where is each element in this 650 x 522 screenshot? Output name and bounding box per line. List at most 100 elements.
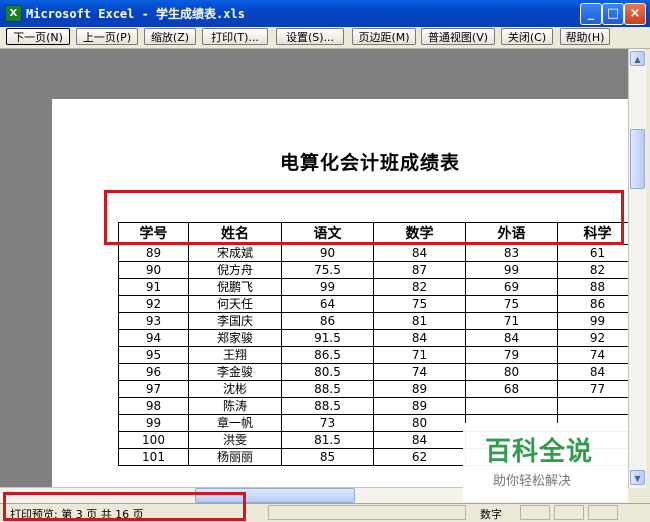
scroll-down-icon[interactable]: ▼: [630, 470, 645, 485]
normal-view-button[interactable]: 普通视图(V): [421, 28, 495, 45]
table-row: 90 倪方舟 75.5 87 99 82: [118, 261, 638, 279]
table-cell: 86: [557, 295, 638, 313]
table-row: 97 沈彬 88.5 89 68 77: [118, 380, 638, 398]
table-cell: 71: [373, 346, 466, 364]
table-cell: 84: [557, 363, 638, 381]
table-cell: 洪雯: [188, 431, 282, 449]
help-button[interactable]: 帮助(H): [560, 28, 610, 45]
table-cell: 83: [465, 244, 558, 262]
status-panel: [554, 505, 584, 520]
table-cell: 88.5: [281, 397, 374, 415]
table-cell: 90: [118, 261, 189, 279]
table-cell: 99: [465, 261, 558, 279]
print-button[interactable]: 打印(T)...: [202, 28, 268, 45]
table-cell: 李国庆: [188, 312, 282, 330]
window-title: Microsoft Excel - 学生成绩表.xls: [26, 7, 245, 21]
table-cell: [557, 397, 638, 415]
table-cell: 94: [118, 329, 189, 347]
table-cell: 98: [118, 397, 189, 415]
table-cell: 87: [373, 261, 466, 279]
table-cell: 99: [557, 312, 638, 330]
table-cell: 79: [465, 346, 558, 364]
table-cell: 81: [373, 312, 466, 330]
table-row: 95 王翔 86.5 71 79 74: [118, 346, 638, 364]
table-row: 93 李国庆 86 81 71 99: [118, 312, 638, 330]
close-window-button[interactable]: ×: [624, 3, 646, 25]
table-cell: 96: [118, 363, 189, 381]
table-cell: 84: [373, 329, 466, 347]
next-page-button[interactable]: 下一页(N): [6, 28, 70, 45]
margins-button[interactable]: 页边距(M): [352, 28, 416, 45]
maximize-button[interactable]: □: [602, 3, 624, 25]
table-cell: 80: [465, 363, 558, 381]
table-cell: 89: [118, 244, 189, 262]
table-cell: 85: [281, 448, 374, 466]
minimize-button[interactable]: _: [580, 3, 602, 25]
table-cell: 章一帆: [188, 414, 282, 432]
table-cell: 100: [118, 431, 189, 449]
table-cell: 95: [118, 346, 189, 364]
table-cell: 71: [465, 312, 558, 330]
table-cell: [465, 397, 558, 415]
print-preview-toolbar: 下一页(N) 上一页(P) 缩放(Z) 打印(T)... 设置(S)... 页边…: [0, 27, 650, 49]
status-panel: [268, 505, 466, 520]
num-mode-indicator: 数字: [480, 508, 502, 521]
table-cell: 99: [281, 278, 374, 296]
table-cell: 82: [373, 278, 466, 296]
watermark-slogan: 助你轻松解决: [493, 474, 572, 489]
close-preview-button[interactable]: 关闭(C): [501, 28, 553, 45]
table-cell: 69: [465, 278, 558, 296]
table-cell: 73: [281, 414, 374, 432]
table-cell: 62: [373, 448, 466, 466]
watermark: 百科全说 助你轻松解决: [463, 423, 628, 501]
title-highlight-box: [104, 190, 624, 245]
table-row: 89 宋成斌 90 84 83 61: [118, 244, 638, 262]
scroll-up-icon[interactable]: ▲: [630, 51, 645, 66]
table-cell: 杨丽丽: [188, 448, 282, 466]
table-cell: 沈彬: [188, 380, 282, 398]
previous-page-button[interactable]: 上一页(P): [76, 28, 138, 45]
table-cell: 92: [118, 295, 189, 313]
table-cell: 84: [373, 244, 466, 262]
table-cell: 74: [557, 346, 638, 364]
table-cell: 92: [557, 329, 638, 347]
table-cell: 89: [373, 380, 466, 398]
table-cell: 89: [373, 397, 466, 415]
table-cell: 88: [557, 278, 638, 296]
table-row: 94 郑家骏 91.5 84 84 92: [118, 329, 638, 347]
watermark-logo-text: 百科全说: [485, 437, 594, 467]
table-cell: 75: [373, 295, 466, 313]
vertical-scroll-thumb[interactable]: [630, 129, 645, 189]
table-row: 91 倪鹏飞 99 82 69 88: [118, 278, 638, 296]
table-cell: 84: [373, 431, 466, 449]
table-cell: 90: [281, 244, 374, 262]
setup-button[interactable]: 设置(S)...: [276, 28, 344, 45]
table-cell: 84: [465, 329, 558, 347]
table-row: 92 何天任 64 75 75 86: [118, 295, 638, 313]
table-cell: 81.5: [281, 431, 374, 449]
table-cell: 陈涛: [188, 397, 282, 415]
table-cell: 王翔: [188, 346, 282, 364]
table-cell: 97: [118, 380, 189, 398]
table-cell: 82: [557, 261, 638, 279]
table-cell: 80.5: [281, 363, 374, 381]
table-cell: 宋成斌: [188, 244, 282, 262]
table-cell: 86: [281, 312, 374, 330]
table-cell: 93: [118, 312, 189, 330]
vertical-scrollbar[interactable]: ▲ ▼: [628, 49, 646, 488]
table-cell: 李金骏: [188, 363, 282, 381]
table-cell: 91.5: [281, 329, 374, 347]
table-cell: 64: [281, 295, 374, 313]
table-cell: 88.5: [281, 380, 374, 398]
excel-icon: X: [5, 5, 22, 22]
status-panel: [588, 505, 618, 520]
table-cell: 75: [465, 295, 558, 313]
table-cell: 68: [465, 380, 558, 398]
table-row: 96 李金骏 80.5 74 80 84: [118, 363, 638, 381]
table-cell: 101: [118, 448, 189, 466]
table-cell: 何天任: [188, 295, 282, 313]
zoom-button[interactable]: 缩放(Z): [144, 28, 196, 45]
status-panel: [520, 505, 550, 520]
table-cell: 61: [557, 244, 638, 262]
table-cell: 77: [557, 380, 638, 398]
